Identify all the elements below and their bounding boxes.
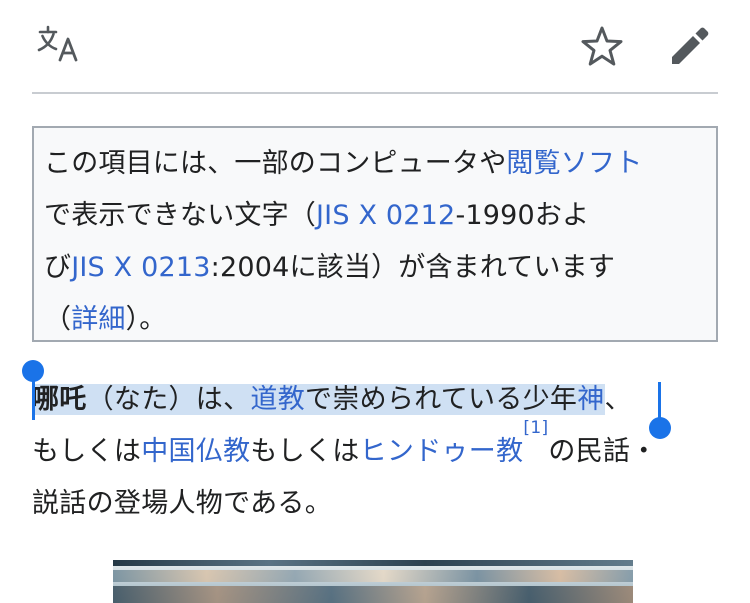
notice-text: :2004に該当）が含まれています bbox=[210, 252, 616, 283]
article-title-term: 哪吒 bbox=[32, 384, 87, 415]
notice-text: で表示できない文字（ bbox=[44, 200, 316, 231]
link-jis-x-0213[interactable]: JIS X 0213 bbox=[71, 252, 210, 283]
translate-icon[interactable] bbox=[36, 24, 82, 64]
link-chinese-buddhism[interactable]: 中国仏教 bbox=[141, 436, 250, 467]
selection-start-caret bbox=[32, 376, 35, 420]
link-taoism[interactable]: 道教 bbox=[250, 384, 305, 415]
article-text: で崇められている少年 bbox=[305, 384, 578, 415]
selected-text: 哪吒（なた）は、道教で崇められている少年神 bbox=[32, 384, 605, 415]
article-text: もしくは bbox=[250, 436, 360, 467]
page-toolbar bbox=[0, 0, 750, 92]
link-details[interactable]: 詳細 bbox=[71, 304, 125, 335]
article-text: （なた）は、 bbox=[86, 384, 251, 415]
pencil-icon[interactable] bbox=[664, 22, 712, 68]
unsupported-chars-notice: この項目には、一部のコンピュータや閲覧ソフト で表示できない文字（JIS X 0… bbox=[32, 126, 718, 342]
reference-link[interactable]: [1] bbox=[523, 418, 548, 438]
article-text: もしくは bbox=[32, 436, 142, 467]
selection-end-handle[interactable] bbox=[649, 417, 671, 439]
star-icon[interactable] bbox=[580, 24, 624, 68]
article-text: の民話・ bbox=[548, 436, 658, 467]
link-god[interactable]: 神 bbox=[577, 384, 604, 415]
notice-text: この項目には、一部のコンピュータや bbox=[44, 148, 507, 179]
article-text: 、 bbox=[604, 384, 632, 415]
link-browser[interactable]: 閲覧ソフト bbox=[506, 148, 642, 179]
notice-text: -1990およ bbox=[455, 200, 590, 231]
article-image[interactable] bbox=[113, 560, 633, 603]
article-lead-paragraph[interactable]: 哪吒（なた）は、道教で崇められている少年神、 もしくは中国仏教もしくはヒンドゥー… bbox=[32, 374, 732, 530]
header-divider bbox=[32, 92, 718, 94]
notice-text: （ bbox=[44, 304, 72, 335]
selection-start-handle[interactable] bbox=[22, 360, 44, 382]
link-jis-x-0212[interactable]: JIS X 0212 bbox=[316, 200, 455, 231]
notice-text: ）。 bbox=[125, 304, 167, 335]
link-hinduism[interactable]: ヒンドゥー教 bbox=[360, 436, 524, 467]
selection-end-caret bbox=[658, 382, 661, 422]
notice-text: び bbox=[44, 252, 72, 283]
article-text: 説話の登場人物である。 bbox=[32, 488, 333, 519]
